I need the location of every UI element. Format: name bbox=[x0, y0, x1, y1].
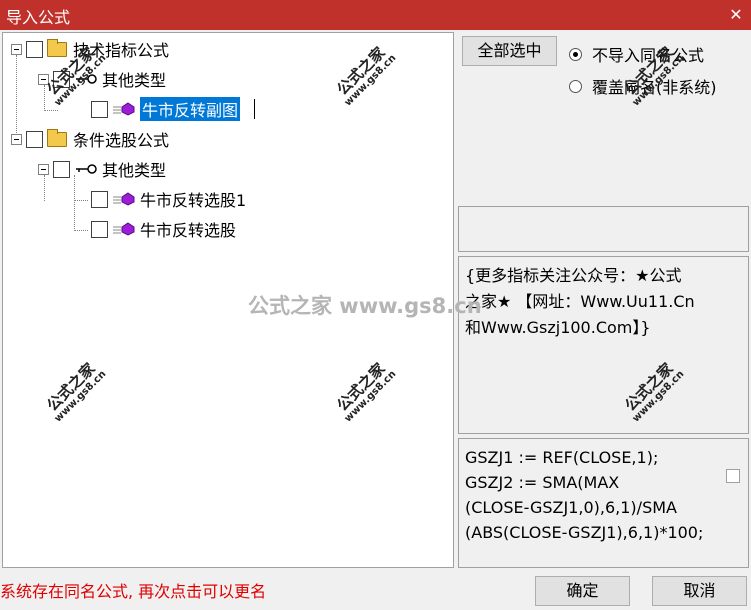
formula-description-panel[interactable]: {更多指标关注公众号：★公式 之家★ 【网址：Www.Uu11.Cn 和Www.… bbox=[458, 256, 749, 434]
radio-button[interactable] bbox=[569, 79, 582, 93]
description-line: 和Www.Gszj100.Com】} bbox=[465, 318, 651, 337]
gem-icon bbox=[113, 102, 135, 116]
radio-overwrite-same-name[interactable]: 覆盖同名(非系统) bbox=[569, 74, 717, 98]
radio-skip-same-name[interactable]: 不导入同名公式 bbox=[569, 42, 704, 66]
title-bar: 导入公式 ✕ bbox=[0, 0, 751, 30]
folder-icon bbox=[47, 38, 67, 57]
ok-button[interactable]: 确定 bbox=[535, 576, 630, 606]
tree-connector bbox=[44, 110, 58, 111]
tree-node-other-types[interactable]: 其他类型 bbox=[38, 67, 166, 91]
status-message: 系统存在同名公式, 再次点击可以更名 bbox=[0, 582, 267, 601]
tree-node-stock-screening[interactable]: 条件选股公式 bbox=[11, 127, 169, 151]
tree-checkbox[interactable] bbox=[91, 100, 108, 118]
radio-label: 不导入同名公式 bbox=[592, 46, 705, 65]
description-line: 之家★ 【网址：Www.Uu11.Cn bbox=[465, 292, 695, 311]
empty-info-panel bbox=[458, 206, 749, 252]
tree-connector bbox=[74, 175, 75, 231]
tree-node-label: 技术指标公式 bbox=[73, 41, 170, 60]
radio-button-checked[interactable] bbox=[569, 47, 582, 61]
tree-checkbox[interactable] bbox=[26, 130, 43, 148]
text-cursor bbox=[254, 99, 256, 119]
tree-node-other-types[interactable]: 其他类型 bbox=[38, 157, 166, 181]
tree-node-label: 牛市反转选股 bbox=[140, 221, 237, 240]
folder-icon bbox=[47, 128, 67, 147]
tree-node-bull-reversal-screen[interactable]: 牛市反转选股 bbox=[91, 217, 236, 241]
gem-icon bbox=[113, 192, 135, 206]
tree-node-label: 牛市反转选股1 bbox=[140, 191, 247, 210]
close-button[interactable]: ✕ bbox=[721, 0, 751, 30]
tree-node-tech-indicators[interactable]: 技术指标公式 bbox=[11, 37, 169, 61]
code-line: GSZJ1 := REF(CLOSE,1); bbox=[465, 448, 659, 467]
window-title: 导入公式 bbox=[6, 8, 71, 27]
tree-checkbox[interactable] bbox=[26, 40, 43, 58]
gem-icon bbox=[113, 222, 135, 236]
tree-checkbox[interactable] bbox=[53, 70, 70, 88]
tree-node-bull-reversal-screen-1[interactable]: 牛市反转选股1 bbox=[91, 187, 246, 211]
import-formula-dialog: 导入公式 ✕ 技术指标公式 其他类型 牛市反转副图 条件选股公式 其他类型 牛市… bbox=[0, 0, 751, 610]
key-icon bbox=[76, 74, 97, 84]
tree-node-label: 条件选股公式 bbox=[73, 131, 170, 150]
collapse-toggle-icon[interactable] bbox=[38, 163, 49, 175]
tree-checkbox[interactable] bbox=[91, 220, 108, 238]
tree-node-bull-reversal-chart[interactable]: 牛市反转副图 bbox=[91, 97, 256, 121]
collapse-toggle-icon[interactable] bbox=[38, 73, 49, 85]
tree-node-label-selected: 牛市反转副图 bbox=[140, 97, 241, 121]
tree-node-label: 其他类型 bbox=[102, 71, 167, 90]
key-icon bbox=[76, 164, 97, 174]
code-line: GSZJ2 := SMA(MAX bbox=[465, 473, 620, 492]
cancel-button[interactable]: 取消 bbox=[652, 576, 747, 606]
collapse-toggle-icon[interactable] bbox=[11, 133, 22, 145]
formula-tree[interactable]: 技术指标公式 其他类型 牛市反转副图 条件选股公式 其他类型 牛市反转选股1 牛… bbox=[2, 32, 454, 568]
code-line: (ABS(CLOSE-GSZJ1),6,1)*100; bbox=[465, 523, 704, 542]
description-line: {更多指标关注公众号：★公式 bbox=[465, 266, 682, 285]
tree-node-label: 其他类型 bbox=[102, 161, 167, 180]
radio-label: 覆盖同名(非系统) bbox=[592, 78, 717, 97]
collapse-toggle-icon[interactable] bbox=[11, 43, 22, 55]
tree-connector bbox=[74, 230, 88, 231]
select-all-button[interactable]: 全部选中 bbox=[462, 36, 557, 66]
formula-code-panel[interactable]: GSZJ1 := REF(CLOSE,1); GSZJ2 := SMA(MAX … bbox=[458, 438, 749, 568]
tree-connector bbox=[74, 200, 88, 201]
tree-checkbox[interactable] bbox=[53, 160, 70, 178]
code-line: (CLOSE-GSZJ1,0),6,1)/SMA bbox=[465, 498, 677, 517]
tree-checkbox[interactable] bbox=[91, 190, 108, 208]
code-panel-checkbox[interactable] bbox=[726, 469, 740, 483]
